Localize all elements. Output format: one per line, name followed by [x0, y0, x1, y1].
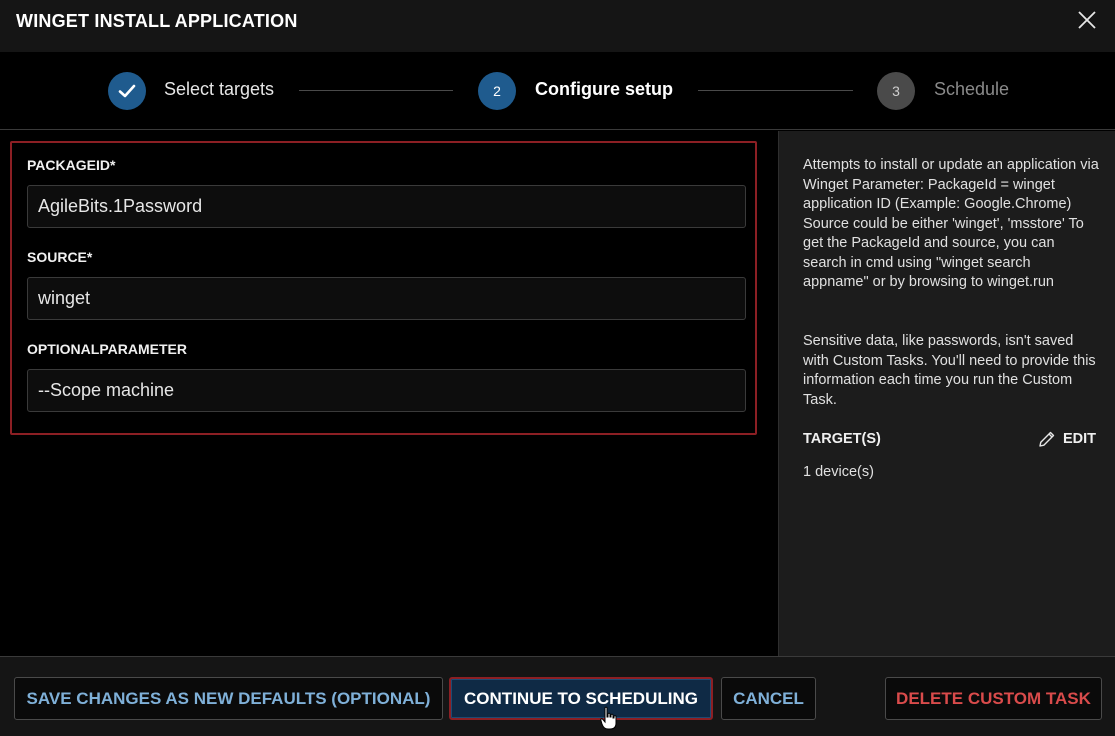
delete-custom-task-button[interactable]: DELETE CUSTOM TASK	[885, 677, 1102, 720]
step-select-targets-check	[108, 72, 146, 110]
save-defaults-button[interactable]: SAVE CHANGES AS NEW DEFAULTS (OPTIONAL)	[14, 677, 443, 720]
continue-to-scheduling-button[interactable]: CONTINUE TO SCHEDULING	[449, 677, 713, 720]
step-select-targets-label: Select targets	[164, 79, 275, 99]
info-sidebar: Attempts to install or update an applica…	[778, 131, 1115, 656]
parameters-form: PACKAGEID* SOURCE* OPTIONALPARAMETER	[0, 131, 778, 656]
step-schedule-label: Schedule	[934, 79, 1010, 99]
source-label: SOURCE*	[27, 249, 93, 265]
packageid-input[interactable]	[27, 185, 746, 228]
source-input[interactable]	[27, 277, 746, 320]
pencil-icon	[1039, 431, 1055, 447]
edit-targets-button[interactable]: EDIT	[1037, 429, 1096, 449]
packageid-label: PACKAGEID*	[27, 157, 116, 173]
optionalparameter-input[interactable]	[27, 369, 746, 412]
dialog-footer: SAVE CHANGES AS NEW DEFAULTS (OPTIONAL) …	[0, 656, 1115, 736]
sensitive-data-note: Sensitive data, like passwords, isn't sa…	[803, 333, 1096, 408]
step-configure-setup-label: Configure setup	[535, 79, 673, 99]
step-schedule-number: 3	[877, 72, 915, 110]
device-count: 1 device(s)	[803, 464, 874, 480]
step-connector	[299, 90, 453, 91]
step-connector	[698, 90, 853, 91]
checkmark-icon	[118, 84, 136, 98]
cancel-button[interactable]: CANCEL	[721, 677, 816, 720]
optionalparameter-label: OPTIONALPARAMETER	[27, 341, 187, 357]
task-description: Attempts to install or update an applica…	[803, 157, 1099, 290]
wizard-stepper: Select targets 2 Configure setup 3 Sched…	[0, 52, 1115, 130]
close-button[interactable]	[1075, 8, 1099, 32]
step-configure-setup-number: 2	[478, 72, 516, 110]
close-icon[interactable]	[1075, 8, 1099, 32]
dialog-title: WINGET INSTALL APPLICATION	[16, 11, 298, 31]
dialog-header: WINGET INSTALL APPLICATION	[0, 0, 1115, 52]
targets-heading: TARGET(S)	[803, 431, 881, 447]
edit-label: EDIT	[1063, 431, 1097, 447]
